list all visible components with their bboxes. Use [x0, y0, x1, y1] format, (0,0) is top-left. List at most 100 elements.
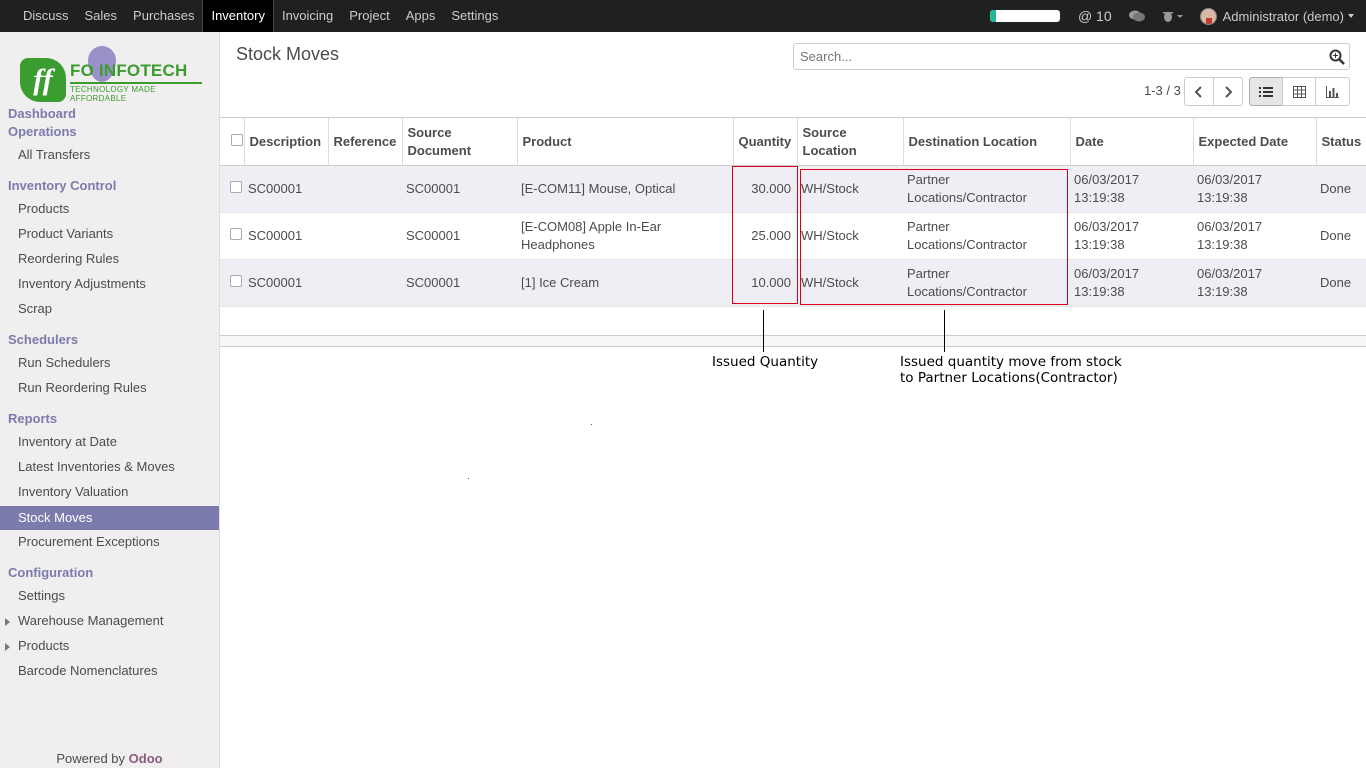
- chevron-left-icon: [1194, 85, 1202, 98]
- row-select-cell: [220, 165, 244, 213]
- column-header-source-document[interactable]: Source Document: [401, 117, 517, 166]
- sidebar-section-schedulers: Schedulers: [8, 332, 79, 347]
- table-header-row: Description Reference Source Document Pr…: [220, 117, 1366, 166]
- cell-description: SC00001: [244, 165, 328, 213]
- table-grid-icon: [1292, 85, 1306, 98]
- sidebar-item-latest-inventories-moves[interactable]: Latest Inventories & Moves: [0, 456, 219, 478]
- sidebar-item-run-reordering-rules[interactable]: Run Reordering Rules: [0, 377, 219, 399]
- sidebar-item-warehouse-management[interactable]: Warehouse Management: [0, 610, 219, 632]
- sidebar-section-operations[interactable]: Operations: [8, 124, 77, 139]
- sidebar-item-procurement-exceptions[interactable]: Procurement Exceptions: [0, 531, 219, 553]
- sidebar-item-inventory-at-date[interactable]: Inventory at Date: [0, 431, 219, 453]
- chat-icon[interactable]: [1128, 9, 1146, 23]
- cell-reference: [328, 259, 402, 307]
- sidebar-item-barcode-nomenclatures[interactable]: Barcode Nomenclatures: [0, 660, 219, 682]
- sidebar-item-stock-moves[interactable]: Stock Moves: [0, 506, 219, 530]
- menu-discuss[interactable]: Discuss: [15, 0, 77, 32]
- cell-description: SC00001: [244, 212, 328, 260]
- sidebar-item-run-schedulers[interactable]: Run Schedulers: [0, 352, 219, 374]
- sidebar-item-settings[interactable]: Settings: [0, 585, 219, 607]
- sidebar-section-inventory-control: Inventory Control: [8, 178, 117, 193]
- cell-source-document: SC00001: [402, 259, 517, 307]
- bug-icon[interactable]: [1162, 9, 1184, 23]
- column-header-date[interactable]: Date: [1069, 117, 1193, 166]
- user-menu[interactable]: Administrator (demo): [1199, 7, 1358, 25]
- column-header-quantity[interactable]: Quantity: [732, 117, 797, 166]
- pager-previous-button[interactable]: [1184, 77, 1214, 106]
- menu-invoicing[interactable]: Invoicing: [274, 0, 341, 32]
- onboarding-progress-bar[interactable]: [989, 10, 1060, 22]
- sidebar-item-label: Warehouse Management: [18, 613, 164, 628]
- search-box[interactable]: [793, 43, 1350, 70]
- pager-value[interactable]: 1-3 / 3: [1144, 83, 1181, 98]
- row-checkbox[interactable]: [230, 275, 242, 287]
- row-checkbox[interactable]: [230, 181, 242, 193]
- sidebar-item-inventory-valuation[interactable]: Inventory Valuation: [0, 481, 219, 503]
- pivot-view-button[interactable]: [1282, 77, 1316, 106]
- quantity-callout-line: [763, 310, 764, 352]
- cell-status: Done: [1316, 165, 1366, 213]
- cell-expected-date: 06/03/2017 13:19:38: [1193, 259, 1316, 307]
- sidebar-item-config-products[interactable]: Products: [0, 635, 219, 657]
- menu-purchases[interactable]: Purchases: [125, 0, 202, 32]
- list-view-button[interactable]: [1249, 77, 1283, 106]
- sidebar-section-configuration: Configuration: [8, 565, 94, 580]
- column-header-destination-location[interactable]: Destination Location: [902, 117, 1070, 166]
- quantity-highlight-box: [732, 166, 798, 304]
- sidebar-item-product-variants[interactable]: Product Variants: [0, 223, 219, 245]
- graph-view-button[interactable]: [1315, 77, 1350, 106]
- sidebar-section-dashboard[interactable]: Dashboard: [8, 106, 76, 121]
- column-header-status[interactable]: Status: [1315, 117, 1366, 166]
- column-header-reference[interactable]: Reference: [327, 117, 402, 166]
- select-all-checkbox[interactable]: [231, 133, 243, 146]
- search-input[interactable]: [794, 44, 1314, 69]
- pager-next-button[interactable]: [1213, 77, 1243, 106]
- sidebar-item-scrap[interactable]: Scrap: [0, 298, 219, 320]
- avatar: [1199, 7, 1217, 25]
- column-header-source-location[interactable]: Source Location: [796, 117, 903, 166]
- cell-status: Done: [1316, 259, 1366, 307]
- list-footer: [220, 335, 1366, 347]
- sidebar-item-products[interactable]: Products: [0, 198, 219, 220]
- cell-expected-date: 06/03/2017 13:19:38: [1193, 212, 1316, 260]
- cell-reference: [328, 212, 402, 260]
- chevron-right-icon: [1225, 85, 1233, 98]
- sidebar-item-inventory-adjustments[interactable]: Inventory Adjustments: [0, 273, 219, 295]
- location-callout-note: Issued quantity move from stock to Partn…: [897, 352, 1126, 388]
- menu-settings[interactable]: Settings: [443, 0, 506, 32]
- sidebar-item-reordering-rules[interactable]: Reordering Rules: [0, 248, 219, 270]
- cell-status: Done: [1316, 212, 1366, 260]
- mentions-counter[interactable]: @ 10: [1078, 8, 1112, 24]
- logo-tagline: TECHNOLOGY MADE AFFORDABLE: [70, 82, 202, 103]
- column-header-expected-date[interactable]: Expected Date: [1192, 117, 1316, 166]
- menu-apps[interactable]: Apps: [398, 0, 444, 32]
- cell-source-document: SC00001: [402, 212, 517, 260]
- row-select-cell: [220, 259, 244, 307]
- logo-mark-icon: ff: [20, 58, 66, 102]
- cell-description: SC00001: [244, 259, 328, 307]
- sidebar-item-all-transfers[interactable]: All Transfers: [0, 144, 219, 166]
- menu-sales[interactable]: Sales: [77, 0, 126, 32]
- odoo-link[interactable]: Odoo: [129, 751, 163, 766]
- row-checkbox[interactable]: [230, 228, 242, 240]
- cell-source-document: SC00001: [402, 165, 517, 213]
- bar-chart-icon: [1326, 85, 1339, 98]
- location-note-line-1: Issued quantity move from stock: [900, 354, 1122, 370]
- cell-date: 06/03/2017 13:19:38: [1070, 165, 1193, 213]
- menu-project[interactable]: Project: [341, 0, 397, 32]
- location-note-line-2: to Partner Locations(Contractor): [900, 370, 1118, 386]
- app-menu: Discuss Sales Purchases Inventory Invoic…: [15, 0, 506, 32]
- caret-right-icon: [5, 643, 10, 651]
- location-callout-line: [944, 310, 945, 352]
- progress-fill: [989, 10, 996, 22]
- quantity-callout-note: Issued Quantity: [709, 352, 824, 380]
- sidebar-item-label: Products: [18, 638, 70, 653]
- search-icon[interactable]: [1329, 49, 1345, 65]
- stray-dot: [468, 478, 469, 479]
- column-header-description[interactable]: Description: [243, 117, 328, 166]
- menu-inventory[interactable]: Inventory: [202, 0, 274, 32]
- column-header-product[interactable]: Product: [516, 117, 733, 166]
- cell-date: 06/03/2017 13:19:38: [1070, 259, 1193, 307]
- powered-by: Powered by Odoo: [0, 751, 219, 766]
- company-logo[interactable]: ff FO INFOTECH TECHNOLOGY MADE AFFORDABL…: [18, 44, 202, 104]
